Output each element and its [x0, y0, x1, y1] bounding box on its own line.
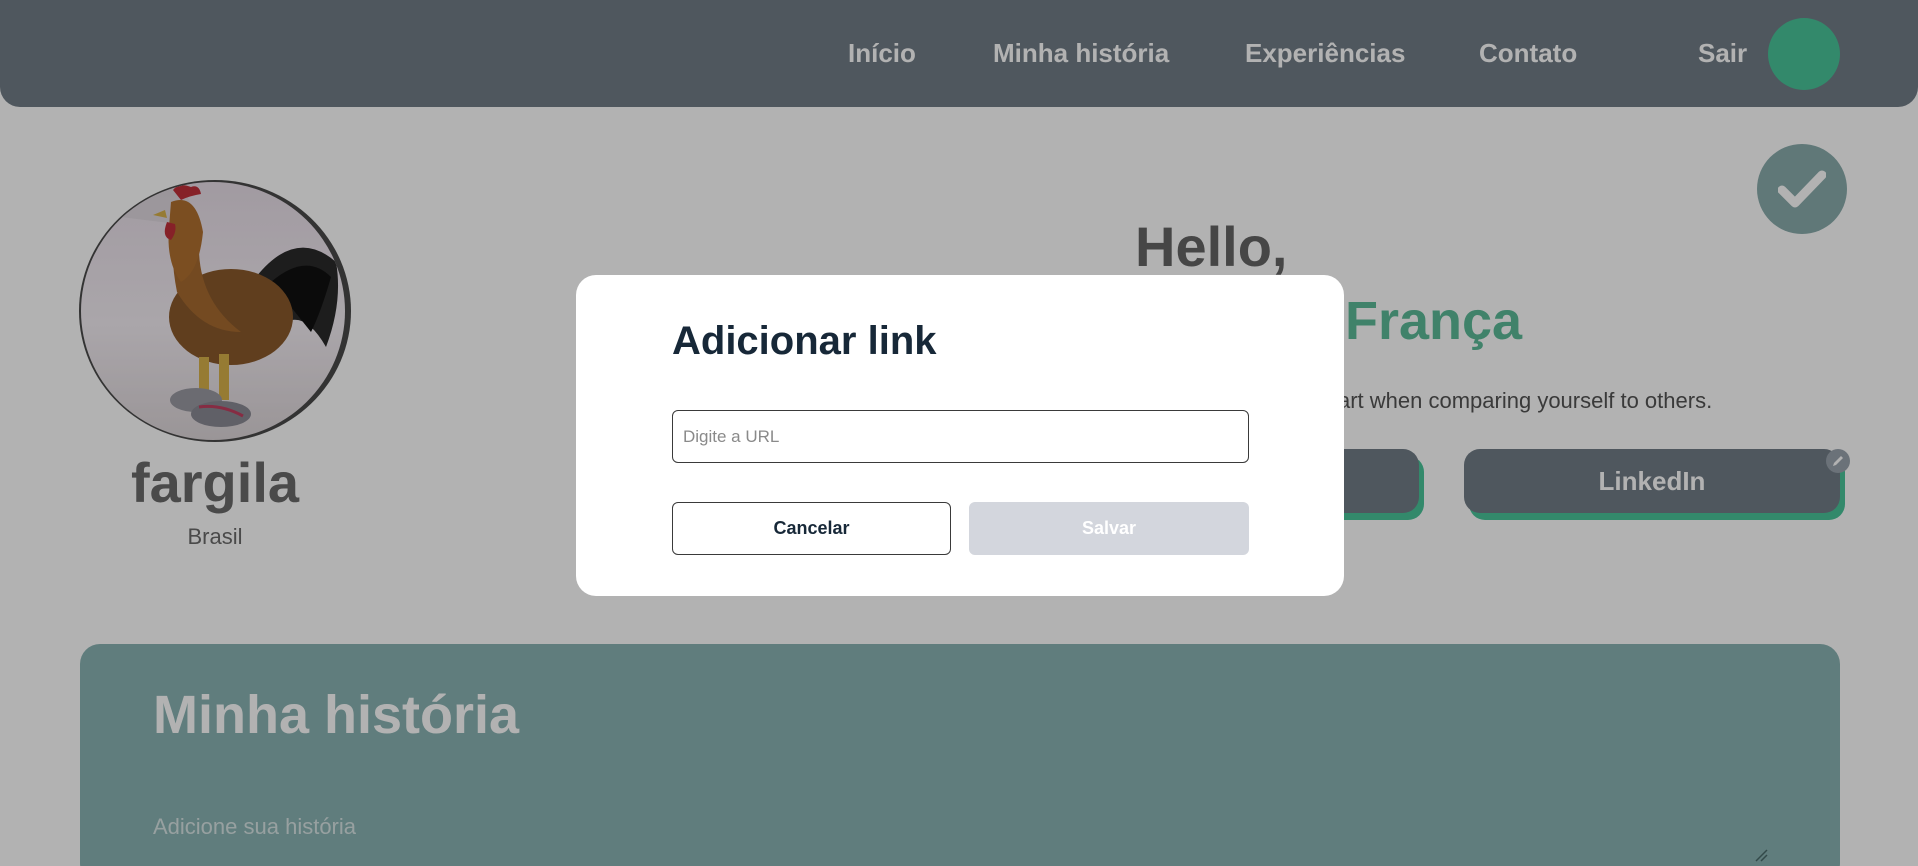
modal-title: Adicionar link	[672, 319, 937, 363]
add-link-modal: Adicionar link Cancelar Salvar	[576, 275, 1344, 596]
save-button[interactable]: Salvar	[969, 502, 1249, 555]
url-input[interactable]	[672, 410, 1249, 463]
cancel-button[interactable]: Cancelar	[672, 502, 951, 555]
